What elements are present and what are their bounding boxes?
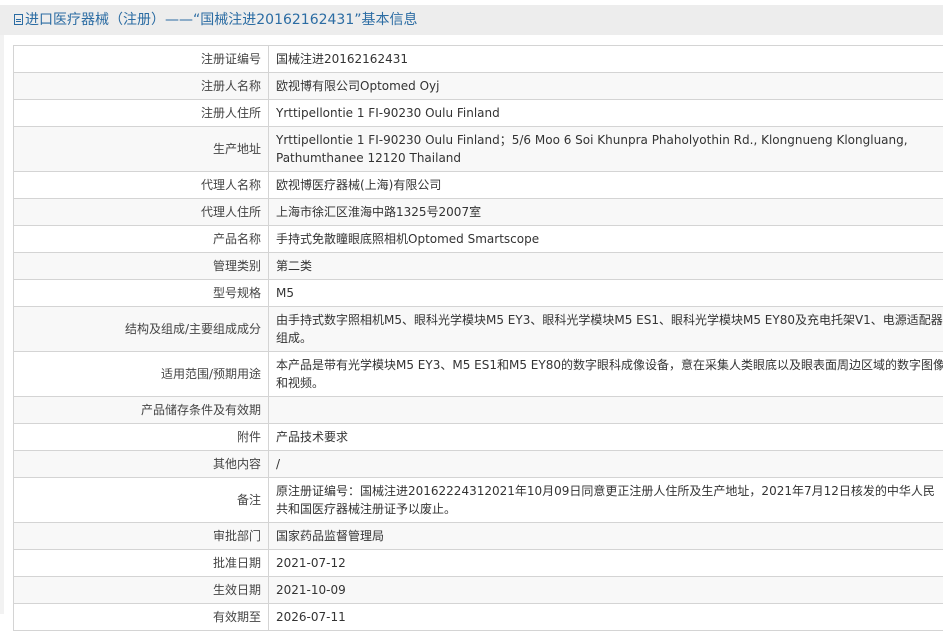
row-value: 第二类	[269, 253, 943, 280]
row-label: 型号规格	[14, 280, 269, 307]
page-title: 进口医疗器械（注册）——“国械注进20162162431”基本信息	[25, 12, 417, 28]
table-row: 代理人名称欧视博医疗器械(上海)有限公司	[14, 172, 943, 199]
table-row: 管理类别第二类	[14, 253, 943, 280]
row-value: 原注册证编号：国械注进20162224312021年10月09日同意更正注册人住…	[269, 478, 943, 523]
page-title-bar: 进口医疗器械（注册）——“国械注进20162162431”基本信息	[0, 5, 943, 35]
row-label: 产品储存条件及有效期	[14, 397, 269, 424]
row-label: 审批部门	[14, 523, 269, 550]
row-value: Yrttipellontie 1 FI-90230 Oulu Finland	[269, 100, 943, 127]
row-value: 由手持式数字照相机M5、眼科光学模块M5 EY3、眼科光学模块M5 ES1、眼科…	[269, 307, 943, 352]
row-value	[269, 397, 943, 424]
row-value: 2021-07-12	[269, 550, 943, 577]
table-row: 型号规格M5	[14, 280, 943, 307]
table-row: 结构及组成/主要组成成分由手持式数字照相机M5、眼科光学模块M5 EY3、眼科光…	[14, 307, 943, 352]
table-row: 生效日期2021-10-09	[14, 577, 943, 604]
row-label: 管理类别	[14, 253, 269, 280]
row-label: 产品名称	[14, 226, 269, 253]
row-label: 批准日期	[14, 550, 269, 577]
table-row: 适用范围/预期用途本产品是带有光学模块M5 EY3、M5 ES1和M5 EY80…	[14, 352, 943, 397]
table-row: 其他内容/	[14, 451, 943, 478]
row-value: 欧视博医疗器械(上海)有限公司	[269, 172, 943, 199]
document-icon	[14, 14, 23, 25]
table-row: 批准日期2021-07-12	[14, 550, 943, 577]
row-label: 注册人住所	[14, 100, 269, 127]
row-value: 手持式免散瞳眼底照相机Optomed Smartscope	[269, 226, 943, 253]
left-edge	[0, 35, 4, 614]
row-label: 生效日期	[14, 577, 269, 604]
row-value: 2026-07-11	[269, 604, 943, 631]
row-value: 欧视博有限公司Optomed Oyj	[269, 73, 943, 100]
row-value: 国械注进20162162431	[269, 46, 943, 73]
table-row: 审批部门国家药品监督管理局	[14, 523, 943, 550]
info-table: 注册证编号国械注进20162162431注册人名称欧视博有限公司Optomed …	[13, 45, 943, 631]
table-row: 注册证编号国械注进20162162431	[14, 46, 943, 73]
row-value: /	[269, 451, 943, 478]
row-value: Yrttipellontie 1 FI-90230 Oulu Finland；5…	[269, 127, 943, 172]
row-value: 产品技术要求	[269, 424, 943, 451]
row-value: 2021-10-09	[269, 577, 943, 604]
table-row: 产品名称手持式免散瞳眼底照相机Optomed Smartscope	[14, 226, 943, 253]
row-label: 生产地址	[14, 127, 269, 172]
row-value: 本产品是带有光学模块M5 EY3、M5 ES1和M5 EY80的数字眼科成像设备…	[269, 352, 943, 397]
page: 进口医疗器械（注册）——“国械注进20162162431”基本信息 注册证编号国…	[0, 0, 943, 614]
table-row: 生产地址Yrttipellontie 1 FI-90230 Oulu Finla…	[14, 127, 943, 172]
row-value: M5	[269, 280, 943, 307]
table-row: 代理人住所上海市徐汇区淮海中路1325号2007室	[14, 199, 943, 226]
row-label: 附件	[14, 424, 269, 451]
row-label: 适用范围/预期用途	[14, 352, 269, 397]
row-label: 注册证编号	[14, 46, 269, 73]
table-row: 附件产品技术要求	[14, 424, 943, 451]
row-label: 备注	[14, 478, 269, 523]
table-row: 注册人住所Yrttipellontie 1 FI-90230 Oulu Finl…	[14, 100, 943, 127]
row-label: 结构及组成/主要组成成分	[14, 307, 269, 352]
row-label: 代理人住所	[14, 199, 269, 226]
table-row: 产品储存条件及有效期	[14, 397, 943, 424]
table-row: 注册人名称欧视博有限公司Optomed Oyj	[14, 73, 943, 100]
row-label: 其他内容	[14, 451, 269, 478]
table-row: 备注原注册证编号：国械注进20162224312021年10月09日同意更正注册…	[14, 478, 943, 523]
row-label: 注册人名称	[14, 73, 269, 100]
row-label: 代理人名称	[14, 172, 269, 199]
row-label: 有效期至	[14, 604, 269, 631]
row-value: 国家药品监督管理局	[269, 523, 943, 550]
row-value: 上海市徐汇区淮海中路1325号2007室	[269, 199, 943, 226]
table-row: 有效期至2026-07-11	[14, 604, 943, 631]
